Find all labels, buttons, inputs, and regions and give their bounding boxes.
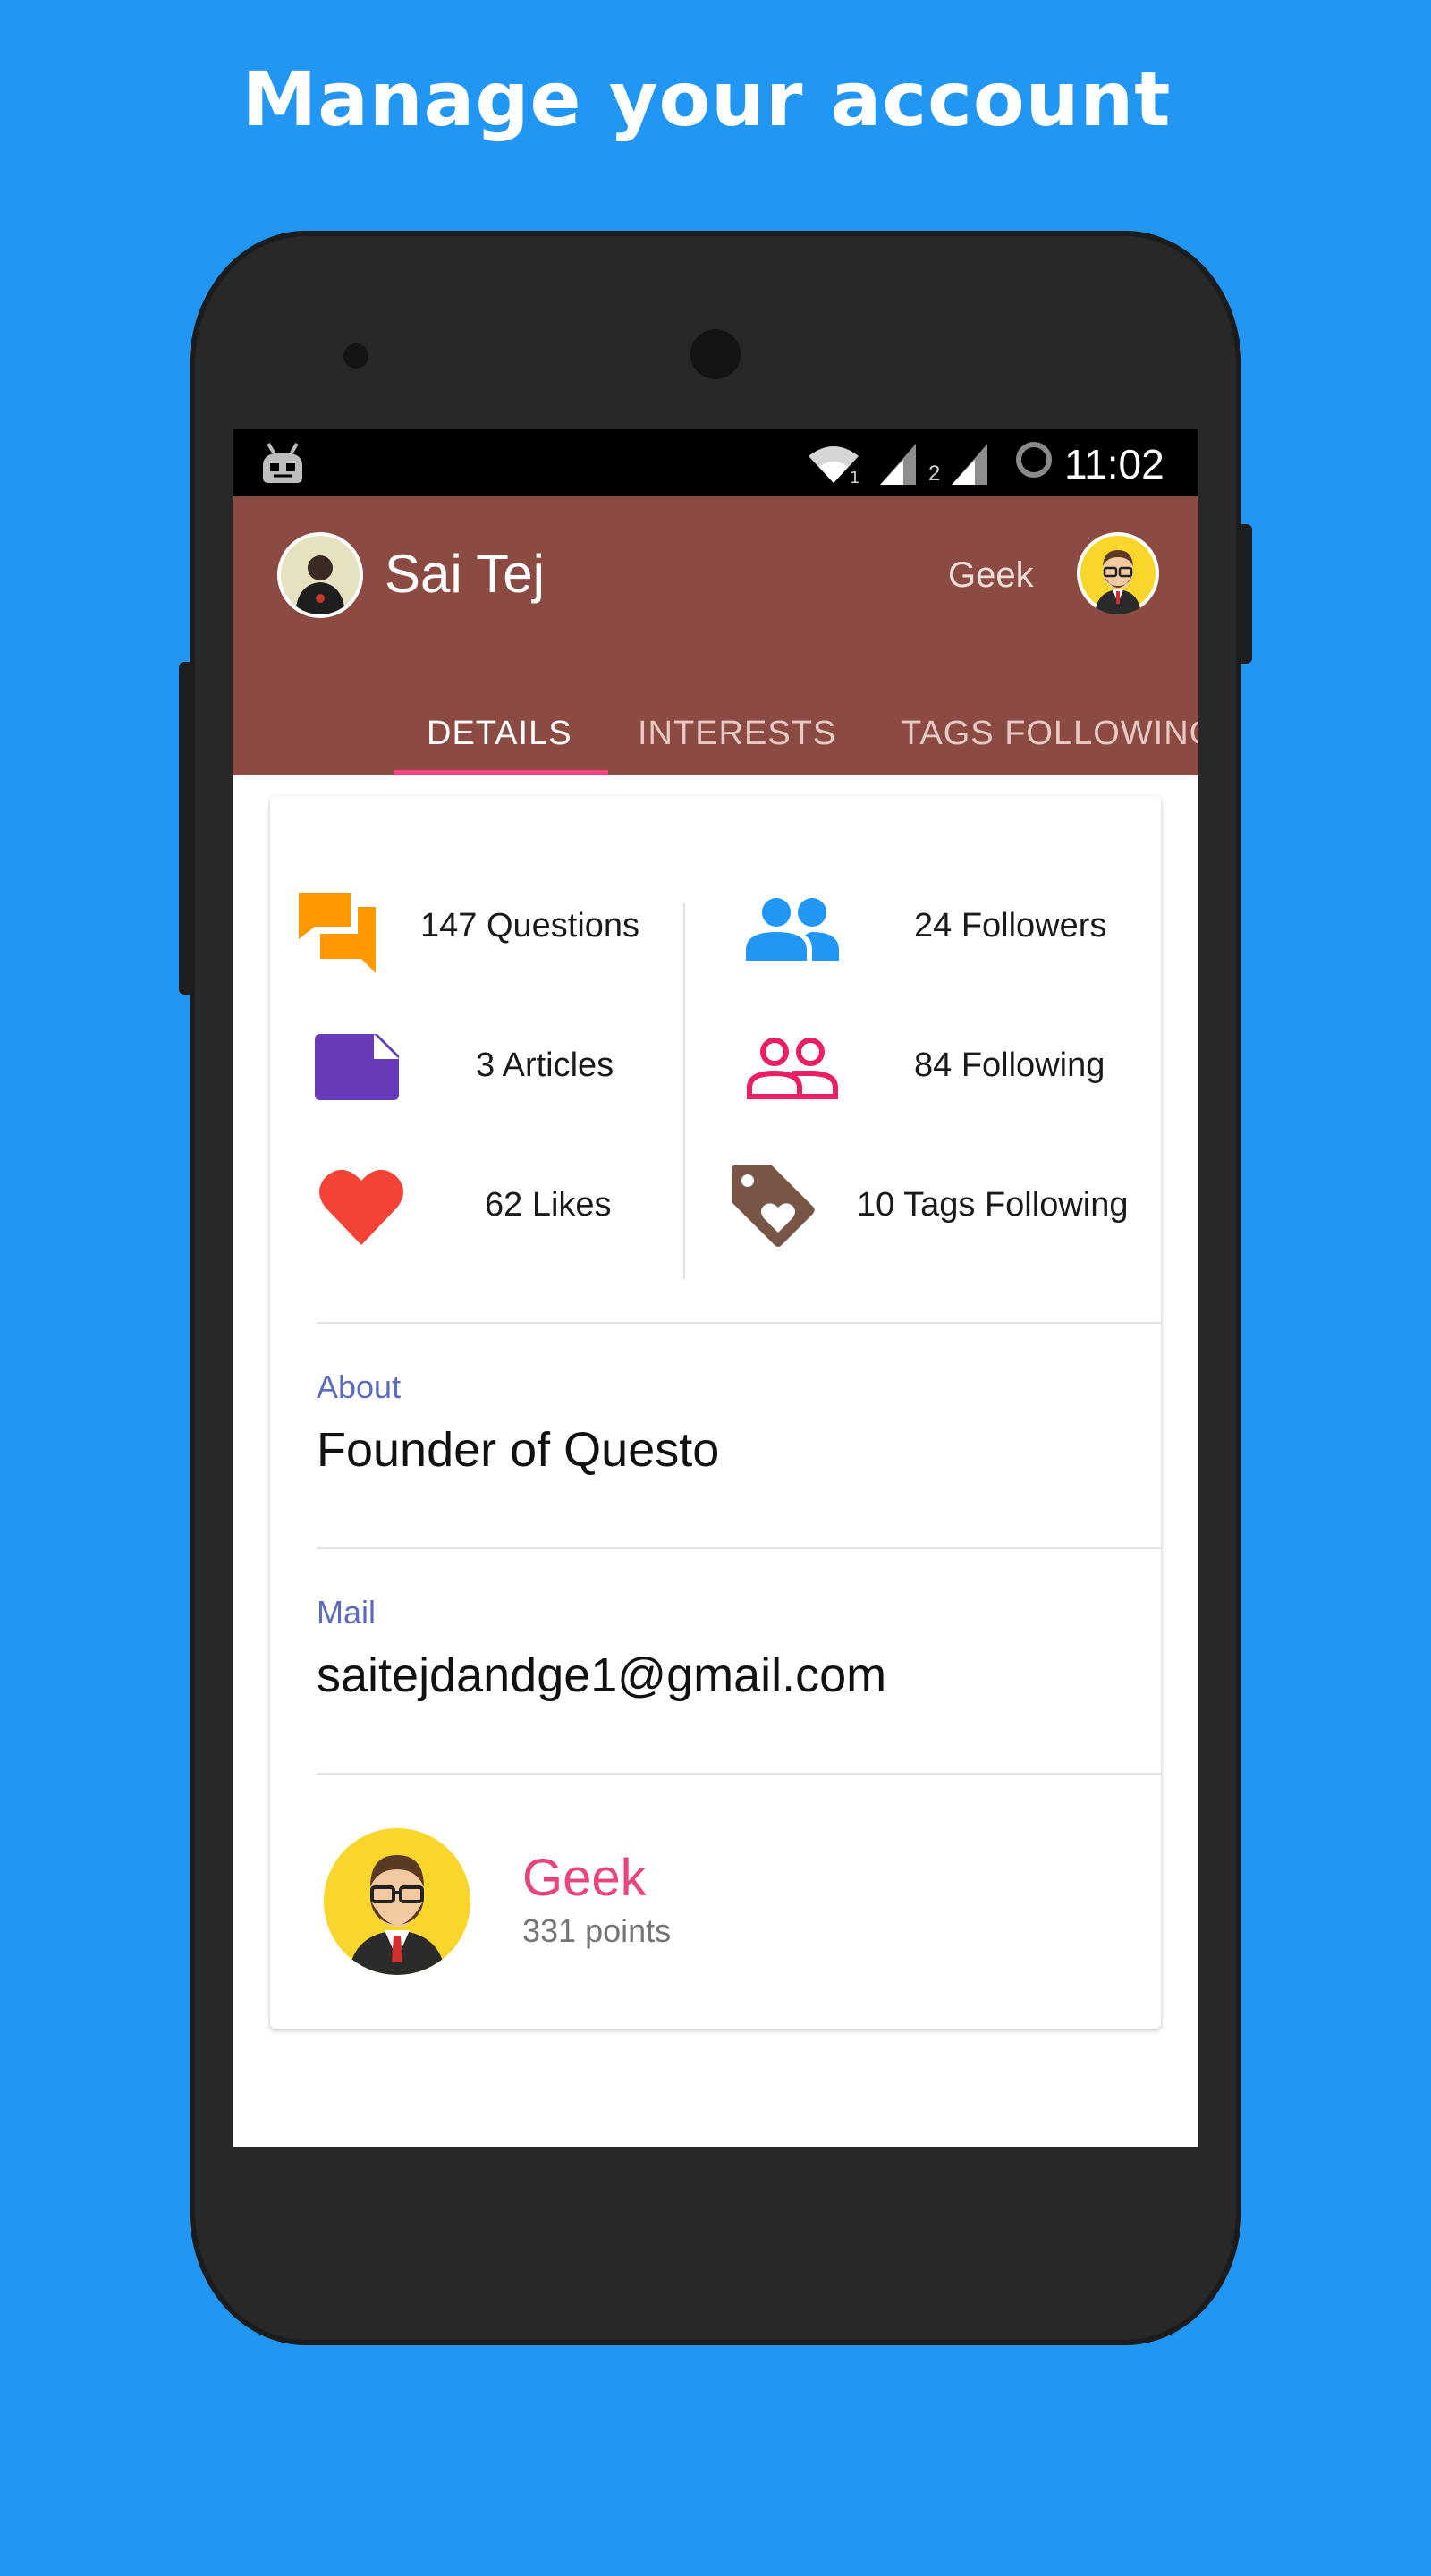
badge-avatar[interactable]	[324, 1828, 470, 1975]
phone-camera	[690, 329, 741, 379]
stat-following[interactable]: 84 Following	[687, 1016, 1161, 1114]
mail-label: Mail	[317, 1594, 377, 1631]
followers-count: 24 Followers	[914, 907, 1107, 945]
badge-points: 331 points	[522, 1912, 672, 1949]
profile-app-bar: Sai Tej Geek DETAILS INTERESTS TAGS FOLL…	[233, 496, 1198, 775]
sim2-label: 2	[928, 462, 941, 486]
tab-interests[interactable]: INTERESTS	[638, 715, 836, 753]
phone-sensor	[343, 343, 368, 369]
phone-power-button	[1238, 524, 1252, 664]
rank-label: Geek	[948, 555, 1034, 595]
followers-icon	[746, 898, 839, 961]
stat-articles[interactable]: 3 Articles	[270, 1016, 682, 1114]
tag-heart-icon	[732, 1165, 815, 1247]
divider	[317, 1773, 1161, 1775]
stat-tags-following[interactable]: 10 Tags Following	[687, 1156, 1161, 1254]
svg-text:1: 1	[850, 469, 859, 485]
user-avatar[interactable]	[277, 532, 363, 618]
app-screen: 1 2 11:02 Sai Tej Geek DETAILS INTERESTS…	[233, 429, 1198, 2147]
details-card: 147 Questions 3 Articles 62 Likes 24 Fol…	[270, 796, 1161, 2029]
stats-divider	[683, 903, 685, 1279]
battery-ring-icon	[1016, 442, 1052, 478]
following-count: 84 Following	[914, 1046, 1105, 1084]
about-label: About	[317, 1368, 402, 1405]
status-time: 11:02	[1064, 441, 1164, 487]
tab-tags-following[interactable]: TAGS FOLLOWING	[901, 715, 1198, 753]
articles-count: 3 Articles	[476, 1046, 614, 1084]
badge-title: Geek	[522, 1849, 647, 1907]
questions-count: 147 Questions	[420, 907, 640, 945]
stat-followers[interactable]: 24 Followers	[687, 877, 1161, 975]
likes-count: 62 Likes	[485, 1186, 612, 1224]
divider	[317, 1322, 1161, 1324]
promo-title: Manage your account	[241, 55, 1172, 143]
active-tab-indicator	[394, 770, 608, 775]
user-photo-icon	[281, 536, 360, 614]
geek-avatar-icon	[324, 1828, 470, 1975]
divider	[317, 1547, 1161, 1549]
questions-icon	[299, 893, 376, 973]
tags-following-count: 10 Tags Following	[857, 1186, 1129, 1224]
following-icon	[747, 1038, 838, 1099]
phone-volume-button	[179, 662, 193, 995]
mail-value[interactable]: saitejdandge1@gmail.com	[317, 1648, 886, 1703]
stat-likes[interactable]: 62 Likes	[270, 1156, 682, 1254]
geek-avatar-icon	[1080, 536, 1156, 614]
tab-details[interactable]: DETAILS	[427, 715, 572, 753]
signal-icon	[952, 444, 987, 485]
wifi-icon: 1	[809, 446, 859, 485]
about-value: Founder of Questo	[317, 1423, 720, 1477]
likes-heart-icon	[319, 1169, 403, 1245]
signal-icon	[880, 444, 916, 485]
articles-icon	[315, 1034, 399, 1100]
rank-avatar[interactable]	[1077, 532, 1159, 614]
user-name: Sai Tej	[385, 544, 546, 604]
profile-tabs: DETAILS INTERESTS TAGS FOLLOWING	[233, 695, 1198, 775]
android-notification-icon	[263, 442, 302, 483]
status-bar: 1 2 11:02	[233, 429, 1198, 496]
stat-questions[interactable]: 147 Questions	[270, 877, 682, 975]
